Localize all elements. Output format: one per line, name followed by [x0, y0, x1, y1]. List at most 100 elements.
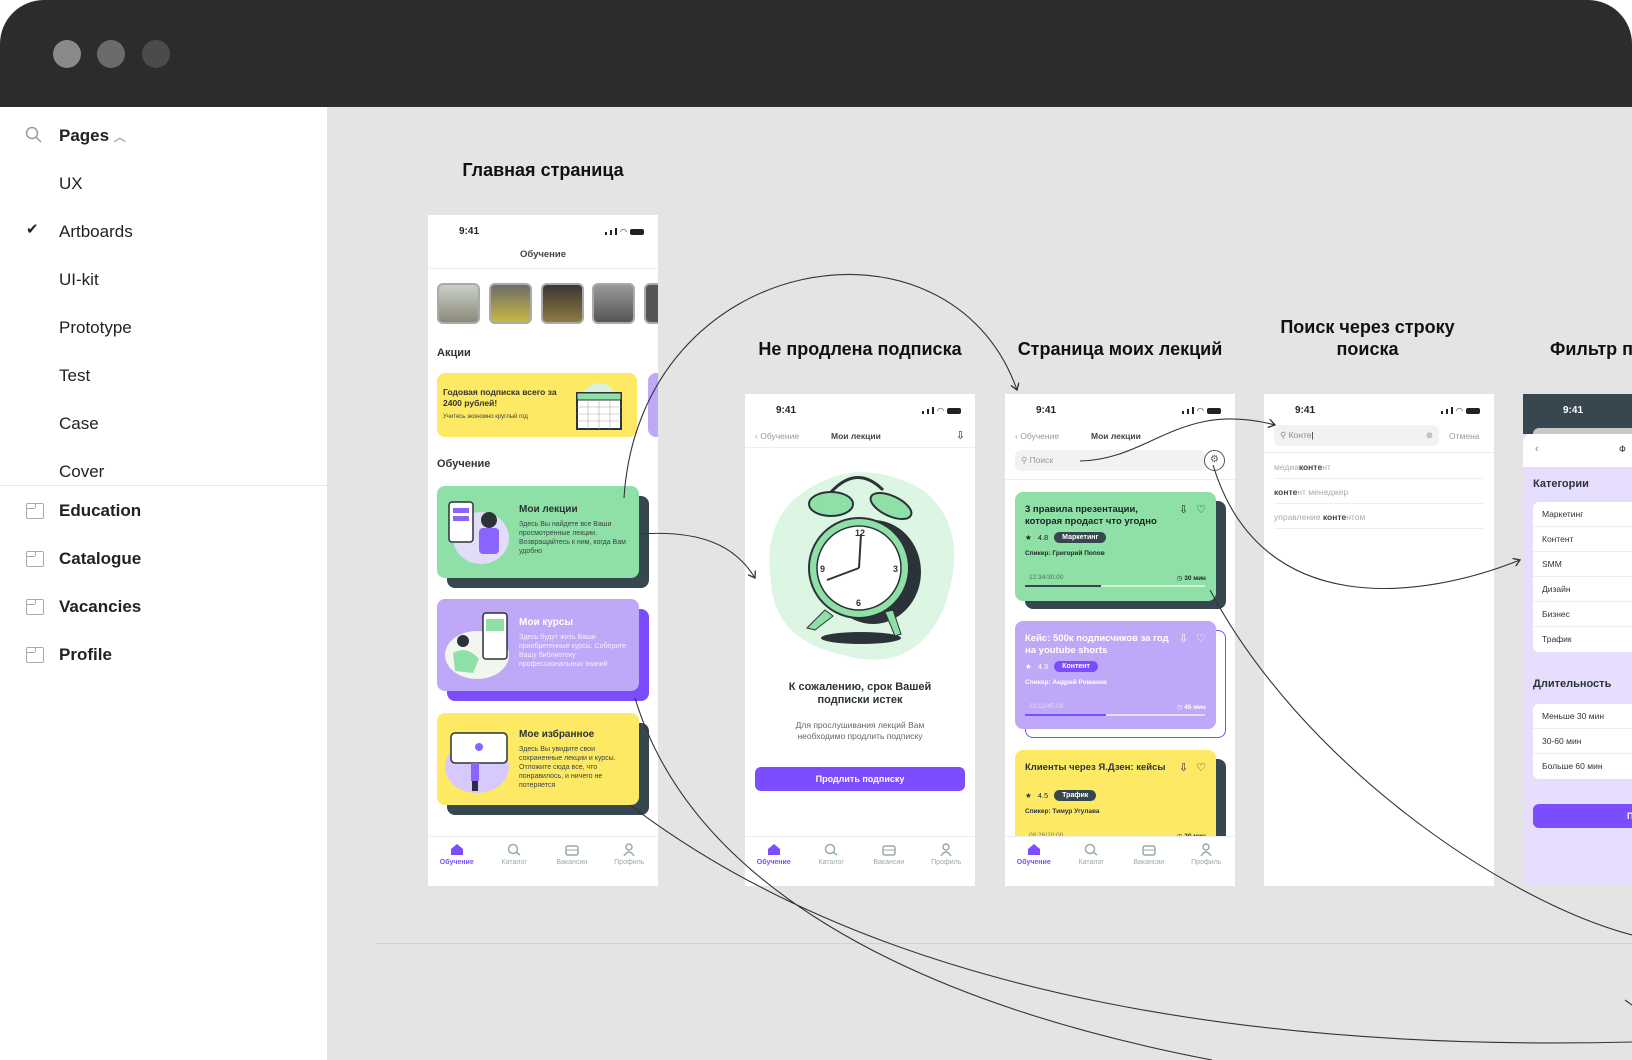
svg-text:6: 6 [856, 598, 861, 608]
nav-header: Обучение [428, 249, 658, 269]
story-thumbnail[interactable] [489, 283, 532, 324]
lecture-actions: ⇩ ♡ [1179, 632, 1206, 645]
tab-vacancies[interactable]: Вакансии [1124, 843, 1174, 886]
svg-text:9: 9 [820, 564, 825, 574]
tab-profile[interactable]: Профиль [604, 843, 654, 886]
lecture-title: 3 правила презентации, которая продаст ч… [1025, 504, 1157, 527]
heart-icon[interactable]: ♡ [1196, 503, 1206, 516]
tab-vacancies[interactable]: Вакансии [864, 843, 914, 886]
story-thumbnail[interactable] [644, 283, 658, 324]
artboard-main[interactable]: 9:41 ◠ Обучение Акции Годовая подписка в… [428, 215, 658, 886]
category-tag[interactable]: Контент [1054, 661, 1098, 672]
card-text: Мои курсы Здесь будут жить Ваши приобрете… [519, 617, 634, 669]
lecture-meta: ★ 4.3 Контент [1025, 661, 1098, 672]
tab-learning[interactable]: Обучение [432, 843, 482, 886]
artboard-icon [26, 551, 44, 567]
page-item-cover[interactable]: Cover [59, 460, 104, 484]
card-my-courses[interactable]: Мои курсы Здесь будут жить Ваши приобрете… [437, 599, 639, 691]
page-item-prototype[interactable]: Prototype [59, 316, 132, 340]
artboard-search[interactable]: 9:41 ◠ ⚲ Конте| ⊗ Отмена медиаконтент кон… [1264, 394, 1494, 886]
search-icon[interactable] [25, 126, 43, 144]
story-thumbnail[interactable] [437, 283, 480, 324]
card-favorites[interactable]: Мое избранное Здесь Вы увидите свои сохра… [437, 713, 639, 805]
minimize-window-button[interactable] [97, 40, 125, 68]
tab-catalog[interactable]: Каталог [1066, 843, 1116, 886]
story-thumbnail[interactable] [592, 283, 635, 324]
category-option[interactable]: Бизнес [1533, 602, 1632, 627]
duration-option[interactable]: 30-60 мин [1533, 729, 1632, 754]
tab-profile[interactable]: Профиль [1181, 843, 1231, 886]
search-input[interactable]: ⚲ Поиск [1015, 450, 1205, 471]
progress-bar[interactable] [1025, 585, 1205, 587]
artboard-my-lectures[interactable]: 9:41 ◠ ‹ Обучение Мои лекции ⚲ Поиск ⚙ 3… [1005, 394, 1235, 886]
cloud-download-icon[interactable]: ⇩ [1179, 761, 1188, 774]
page-item-artboards[interactable]: Artboards [59, 220, 133, 244]
tab-bar: Обучение Каталог Вакансии Профиль [1005, 836, 1235, 886]
heart-icon[interactable]: ♡ [1196, 632, 1206, 645]
category-tag[interactable]: Трафик [1054, 790, 1097, 801]
suggestion-item[interactable]: медиаконтент [1274, 462, 1484, 479]
artboard-title-expired: Не продлена подписка [758, 339, 962, 359]
page-item-case[interactable]: Case [59, 412, 99, 436]
page-item-test[interactable]: Test [59, 364, 90, 388]
tab-vacancies[interactable]: Вакансии [547, 843, 597, 886]
back-button[interactable]: ‹ Обучение [755, 431, 799, 441]
back-icon[interactable]: ‹ [1535, 443, 1539, 455]
category-option[interactable]: Маркетинг [1533, 502, 1632, 527]
artboard-item-vacancies[interactable]: Vacancies [59, 595, 141, 619]
section-heading-learning: Обучение [437, 458, 491, 470]
duration-option[interactable]: Больше 60 мин [1533, 754, 1632, 779]
artboard-title-search: Поиск через строку поиска [1250, 316, 1485, 360]
maximize-window-button[interactable] [142, 40, 170, 68]
briefcase-icon [882, 845, 896, 856]
artboard-subscription-expired[interactable]: 9:41 ◠ ‹ Обучение Мои лекции ⇩ 12 3 6 9 … [745, 394, 975, 886]
profile-icon [1200, 843, 1212, 856]
svg-text:12: 12 [855, 528, 865, 538]
artboard-item-profile[interactable]: Profile [59, 643, 112, 667]
lecture-card[interactable]: Кейс: 500к подписчиков за год на youtube… [1015, 621, 1216, 729]
category-option[interactable]: SMM [1533, 552, 1632, 577]
lecture-title: Кейс: 500к подписчиков за год на youtube… [1025, 633, 1169, 656]
lecture-actions: ⇩ ♡ [1179, 761, 1206, 774]
tab-catalog[interactable]: Каталог [489, 843, 539, 886]
back-label: Обучение [1020, 431, 1060, 441]
header-title: Мои лекции [831, 431, 881, 441]
title-line: Поиск через строку [1280, 317, 1455, 337]
cancel-button[interactable]: Отмена [1449, 431, 1480, 441]
category-option[interactable]: Трафик [1533, 627, 1632, 652]
cloud-download-icon[interactable]: ⇩ [956, 429, 965, 442]
category-tag[interactable]: Маркетинг [1054, 532, 1107, 543]
artboard-filter[interactable]: 9:41 ‹ Ф Категории Маркетинг Контент SMM … [1523, 394, 1632, 886]
cloud-download-icon[interactable]: ⇩ [1179, 632, 1188, 645]
category-option[interactable]: Дизайн [1533, 577, 1632, 602]
suggestion-text: нтом [1346, 512, 1366, 522]
tab-profile[interactable]: Профиль [921, 843, 971, 886]
lecture-card[interactable]: 3 правила презентации, которая продаст ч… [1015, 492, 1216, 601]
tab-learning[interactable]: Обучение [1009, 843, 1059, 886]
artboard-item-catalogue[interactable]: Catalogue [59, 547, 141, 571]
category-option[interactable]: Контент [1533, 527, 1632, 552]
tab-learning[interactable]: Обучение [749, 843, 799, 886]
filter-icon[interactable]: ⚙ [1204, 450, 1225, 471]
renew-subscription-button[interactable]: Продлить подписку [755, 767, 965, 791]
card-my-lectures[interactable]: Мои лекции Здесь Вы найдете все Ваши прос… [437, 486, 639, 578]
promo-banner-next[interactable] [648, 373, 658, 437]
pages-header[interactable]: Pages ︿ [59, 124, 126, 148]
artboard-item-education[interactable]: Education [59, 499, 141, 523]
tab-catalog[interactable]: Каталог [806, 843, 856, 886]
apply-filter-button[interactable]: Пр [1533, 804, 1632, 828]
promo-banner[interactable]: Годовая подписка всего за 2400 рублей! У… [437, 373, 637, 437]
progress-bar[interactable] [1025, 714, 1205, 716]
cloud-download-icon[interactable]: ⇩ [1179, 503, 1188, 516]
suggestion-item[interactable]: контент менеджер [1274, 487, 1484, 504]
search-input[interactable]: ⚲ Конте| ⊗ [1274, 425, 1439, 446]
clear-icon[interactable]: ⊗ [1426, 425, 1433, 446]
story-thumbnail[interactable] [541, 283, 584, 324]
back-button[interactable]: ‹ Обучение [1015, 431, 1059, 441]
page-item-ui-kit[interactable]: UI-kit [59, 268, 99, 292]
duration-option[interactable]: Меньше 30 мин [1533, 704, 1632, 729]
close-window-button[interactable] [53, 40, 81, 68]
suggestion-item[interactable]: управление контентом [1274, 512, 1484, 529]
page-item-ux[interactable]: UX [59, 172, 83, 196]
heart-icon[interactable]: ♡ [1196, 761, 1206, 774]
